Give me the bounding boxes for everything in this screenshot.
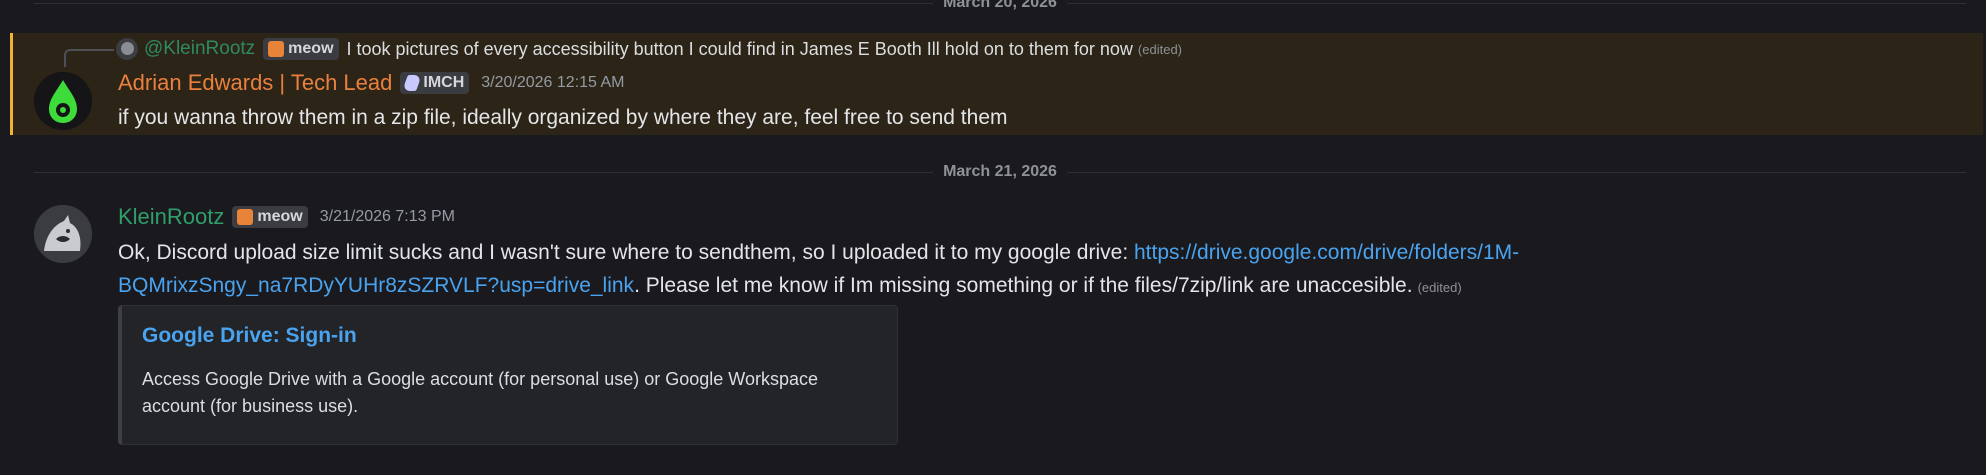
message-header-adrian: Adrian Edwards | Tech Lead IMCH 3/20/202…	[118, 70, 625, 96]
message-text-after: . Please let me know if Im missing somet…	[634, 274, 1413, 297]
avatar-klein[interactable]	[34, 205, 92, 263]
feather-icon	[402, 75, 423, 91]
author-tag-label: meow	[257, 208, 303, 225]
date-divider-label: March 20, 2026	[933, 0, 1067, 12]
author-adrian[interactable]: Adrian Edwards | Tech Lead	[118, 70, 392, 96]
timestamp-adrian[interactable]: 3/20/2026 12:15 AM	[481, 74, 624, 92]
message-edited: (edited)	[1417, 280, 1462, 295]
reply-edited: (edited)	[1137, 41, 1182, 57]
timestamp-klein[interactable]: 3/21/2026 7:13 PM	[320, 208, 455, 226]
fox-icon	[237, 209, 254, 225]
message-text-before: Ok, Discord upload size limit sucks and …	[118, 241, 1134, 264]
left-gutter	[0, 0, 10, 475]
reply-tag-label: meow	[288, 40, 334, 57]
author-tag-imch: IMCH	[400, 72, 470, 94]
author-klein[interactable]: KleinRootz	[118, 204, 224, 230]
author-tag-label: IMCH	[423, 74, 465, 91]
chat-messages: March 20, 2026 @KleinRootz meow I took p…	[0, 0, 1986, 475]
reply-tag: meow	[263, 38, 339, 60]
link-embed: Google Drive: Sign-in Access Google Driv…	[118, 305, 898, 445]
embed-title[interactable]: Google Drive: Sign-in	[142, 324, 357, 348]
avatar-adrian[interactable]	[34, 72, 92, 130]
reply-spine	[64, 49, 114, 67]
reply-text[interactable]: I took pictures of every accessibility b…	[347, 39, 1133, 60]
message-body-adrian: if you wanna throw them in a zip file, i…	[118, 106, 1008, 129]
date-divider-2: March 21, 2026	[34, 163, 1966, 181]
message-header-klein: KleinRootz meow 3/21/2026 7:13 PM	[118, 204, 455, 230]
embed-description: Access Google Drive with a Google accoun…	[142, 369, 818, 416]
reply-avatar	[116, 38, 138, 60]
message-body-klein: Ok, Discord upload size limit sucks and …	[118, 236, 1978, 304]
reply-author[interactable]: @KleinRootz	[144, 38, 255, 60]
green-flame-icon	[34, 72, 92, 130]
wolf-icon	[34, 205, 92, 263]
date-divider-label: March 21, 2026	[933, 163, 1067, 181]
author-tag-meow: meow	[232, 206, 308, 228]
fox-icon	[268, 41, 285, 57]
date-divider-1: March 20, 2026	[34, 0, 1966, 12]
reply-reference[interactable]: @KleinRootz meow I took pictures of ever…	[116, 37, 1182, 61]
